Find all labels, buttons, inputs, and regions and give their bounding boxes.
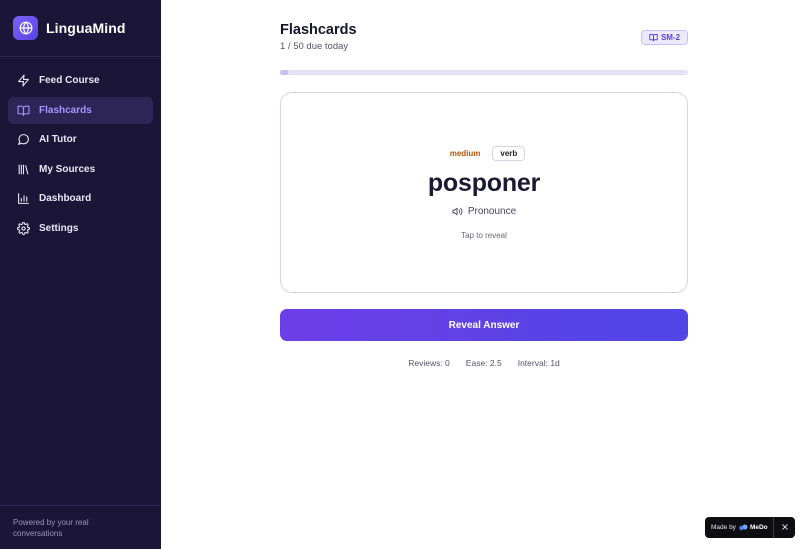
made-by-badge[interactable]: Made by MeDo (705, 517, 795, 538)
close-icon[interactable] (779, 521, 791, 533)
review-progress-fill (280, 70, 289, 75)
sidebar-item-label: AI Tutor (39, 134, 77, 145)
ease-stat: Ease: 2.5 (465, 358, 502, 368)
part-of-speech-badge: verb (492, 146, 526, 161)
sidebar-item-label: Dashboard (39, 193, 92, 204)
app-name: LinguaMind (46, 20, 126, 36)
sidebar-nav: Feed Course Flashcards AI Tutor My Sourc… (8, 67, 153, 244)
chat-bubble-icon (16, 133, 30, 147)
sidebar-item-label: Settings (39, 222, 79, 234)
difficulty-badge: medium (449, 149, 481, 158)
library-icon (16, 162, 30, 176)
card-stats: Reviews: 0 Ease: 2.5 Interval: 1d (280, 358, 688, 368)
made-by-label: Made by (711, 524, 736, 531)
review-progress-bar (280, 70, 688, 75)
interval-stat: Interval: 1d (517, 358, 560, 368)
algorithm-badge: SM-2 (641, 30, 688, 45)
book-open-icon (649, 33, 658, 42)
sidebar-item-label: Flashcards (39, 104, 92, 116)
lightning-icon (16, 74, 30, 88)
sidebar-footer-text: Powered by your real conversations (13, 518, 89, 538)
medo-brand: MeDo (749, 524, 768, 531)
reviews-stat: Reviews: 0 (408, 358, 450, 368)
sidebar-item-dashboard[interactable]: Dashboard (8, 185, 153, 212)
flashcard[interactable]: medium verb posponer Pronounce Tap to re… (280, 92, 688, 293)
medo-logo-icon (739, 524, 748, 531)
pronounce-button[interactable]: Pronounce (281, 206, 687, 217)
bar-chart-icon (16, 192, 30, 206)
reveal-answer-button[interactable]: Reveal Answer (280, 309, 688, 341)
due-count: 1 / 50 due today (280, 41, 349, 52)
algorithm-label: SM-2 (660, 33, 681, 42)
reveal-hint: Tap to reveal (461, 231, 507, 240)
sidebar-item-label: My Sources (39, 163, 96, 175)
book-open-icon (16, 103, 30, 117)
medo-logo: MeDo (739, 524, 768, 531)
pronounce-label: Pronounce (467, 206, 517, 217)
sidebar-item-flashcards[interactable]: Flashcards (8, 96, 153, 124)
sidebar-item-settings[interactable]: Settings (8, 215, 153, 242)
page-header: Flashcards 1 / 50 due today (280, 22, 357, 52)
globe-icon (13, 16, 38, 40)
flashcard-word: posponer (427, 169, 541, 197)
sidebar-item-ai-tutor[interactable]: AI Tutor (8, 126, 153, 153)
card-tags: medium verb (281, 146, 687, 161)
sidebar: LinguaMind Feed Course Flashcards AI Tut… (0, 0, 161, 549)
speaker-icon (452, 206, 463, 217)
sidebar-item-label: Feed Course (39, 75, 100, 86)
sidebar-footer-divider (0, 505, 161, 506)
made-by-divider (773, 517, 774, 538)
sidebar-divider (0, 56, 161, 57)
brand[interactable]: LinguaMind (13, 16, 126, 40)
sidebar-item-feed-course[interactable]: Feed Course (8, 67, 153, 94)
sidebar-item-my-sources[interactable]: My Sources (8, 156, 153, 183)
gear-icon (16, 221, 30, 235)
page-title: Flashcards (280, 22, 357, 38)
